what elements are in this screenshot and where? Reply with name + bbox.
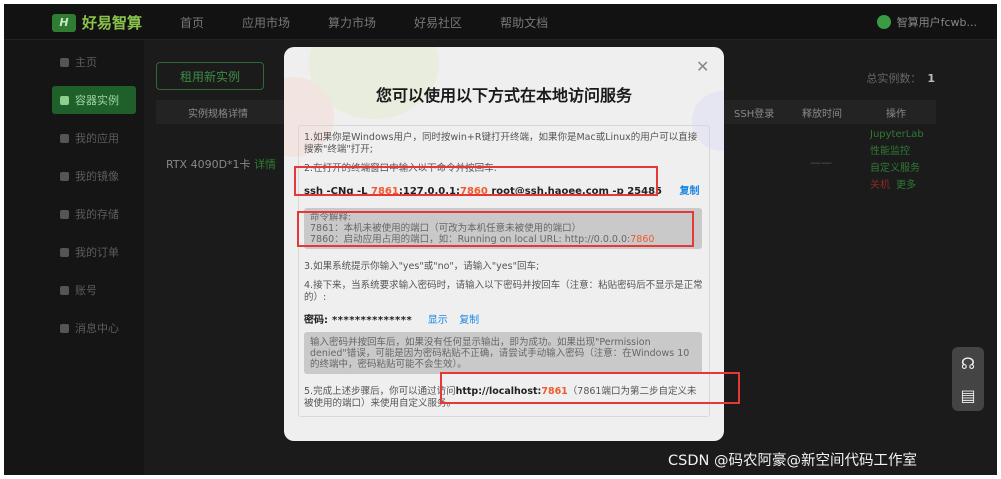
topnav-app-market[interactable]: 应用市场 bbox=[236, 14, 296, 31]
floating-toolbar: ☊ ▤ bbox=[952, 347, 984, 411]
user-menu[interactable]: 智算用户fcwb... bbox=[876, 14, 977, 30]
sidebar-item-account[interactable]: 账号 bbox=[52, 276, 136, 304]
instance-count-value: 1 bbox=[927, 72, 935, 85]
release-time: —— bbox=[810, 156, 832, 169]
gpu-spec: RTX 4090D*1卡 bbox=[166, 158, 251, 171]
close-icon[interactable]: ✕ bbox=[696, 57, 709, 76]
sidebar-item-label: 账号 bbox=[75, 284, 97, 297]
instance-count-label: 总实例数： bbox=[866, 72, 922, 85]
image-icon bbox=[60, 171, 69, 181]
sidebar-item-orders[interactable]: 我的订单 bbox=[52, 238, 136, 266]
step-5-prefix: 5.完成上述步骤后，你可以通过访问 bbox=[304, 386, 456, 397]
brand-mark-icon: H bbox=[52, 13, 76, 32]
watermark: CSDN @码农阿豪@新空间代码工作室 bbox=[668, 453, 917, 469]
modal-title: 您可以使用以下方式在本地访问服务 bbox=[375, 86, 632, 105]
rent-new-instance-button[interactable]: 租用新实例 bbox=[156, 62, 264, 90]
sidebar-item-label: 主页 bbox=[75, 56, 97, 69]
user-icon bbox=[60, 285, 69, 295]
top-nav: 首页 应用市场 算力市场 好易社区 帮助文档 bbox=[174, 4, 554, 40]
show-password-button[interactable]: 显示 bbox=[428, 315, 448, 326]
sidebar-item-home[interactable]: 主页 bbox=[52, 48, 136, 76]
step-4: 4.接下来，当系统要求输入密码时，请输入以下密码并按回车（注意：粘贴密码后不显示… bbox=[304, 280, 703, 303]
annotation-box-command bbox=[294, 166, 658, 196]
step-1: 1.如果你是Windows用户，同时按win+R键打开终端，如果你是Mac或Li… bbox=[304, 132, 698, 155]
password-row: 密码: ************** 显示 复制 bbox=[304, 311, 479, 326]
storage-icon bbox=[60, 209, 69, 219]
th-ops: 操作 bbox=[886, 108, 906, 120]
user-label: 智算用户fcwb... bbox=[896, 16, 977, 29]
password-value: ************** bbox=[332, 315, 413, 326]
sidebar-item-containers[interactable]: 容器实例 bbox=[52, 86, 136, 114]
app-screen: H 好易智算 首页 应用市场 算力市场 好易社区 帮助文档 智算用户fcwb..… bbox=[4, 4, 997, 475]
op-shutdown[interactable]: 关机 bbox=[870, 176, 890, 191]
annotation-box-url bbox=[440, 372, 740, 404]
op-jupyterlab[interactable]: JupyterLab bbox=[870, 129, 924, 140]
instance-count: 总实例数： 1 bbox=[866, 70, 935, 86]
sidebar-item-label: 我的镜像 bbox=[75, 170, 119, 183]
sidebar-item-label: 我的存储 bbox=[75, 208, 119, 221]
sidebar-item-apps[interactable]: 我的应用 bbox=[52, 124, 136, 152]
password-note: 输入密码并按回车后，如果没有任何显示输出，即为成功。如果出现"Permissio… bbox=[304, 332, 702, 374]
op-custom-service[interactable]: 自定义服务 bbox=[870, 159, 924, 174]
row-ops: JupyterLab 性能监控 自定义服务 关机 更多 bbox=[870, 129, 924, 191]
headset-icon[interactable]: ☊ bbox=[961, 354, 975, 373]
sidebar-item-label: 容器实例 bbox=[75, 94, 119, 107]
home-icon bbox=[60, 57, 69, 67]
op-row: 关机 更多 bbox=[870, 176, 924, 191]
avatar bbox=[876, 15, 891, 29]
step-3: 3.如果系统提示你输入"yes"或"no"，请输入"yes"回车; bbox=[304, 261, 540, 272]
message-icon bbox=[60, 323, 69, 333]
container-icon bbox=[60, 95, 69, 105]
sidebar-item-storage[interactable]: 我的存储 bbox=[52, 200, 136, 228]
gpu-details-link[interactable]: 详情 bbox=[254, 158, 276, 171]
sidebar-item-label: 我的应用 bbox=[75, 132, 119, 145]
clipboard-icon[interactable]: ▤ bbox=[960, 386, 975, 405]
th-spec: 实例规格详情 bbox=[188, 108, 248, 120]
brand-name: 好易智算 bbox=[82, 14, 143, 32]
topnav-docs[interactable]: 帮助文档 bbox=[494, 14, 554, 31]
annotation-box-explanation bbox=[297, 211, 694, 247]
copy-password-button[interactable]: 复制 bbox=[459, 315, 479, 326]
sidebar-item-label: 消息中心 bbox=[75, 322, 119, 335]
th-ssh: SSH登录 bbox=[734, 108, 775, 120]
topnav-home[interactable]: 首页 bbox=[174, 14, 210, 31]
order-icon bbox=[60, 247, 69, 257]
topnav-compute-market[interactable]: 算力市场 bbox=[322, 14, 382, 31]
brand-logo[interactable]: H 好易智算 bbox=[52, 12, 142, 33]
top-navbar: H 好易智算 首页 应用市场 算力市场 好易社区 帮助文档 智算用户fcwb..… bbox=[4, 4, 997, 40]
sidebar-item-images[interactable]: 我的镜像 bbox=[52, 162, 136, 190]
sidebar: 主页 容器实例 我的应用 我的镜像 我的存储 我的订单 账号 消息中心 bbox=[4, 40, 144, 475]
th-release: 释放时间 bbox=[802, 108, 842, 120]
app-icon bbox=[60, 133, 69, 143]
sidebar-item-label: 我的订单 bbox=[75, 246, 119, 259]
topnav-community[interactable]: 好易社区 bbox=[408, 14, 468, 31]
sidebar-item-messages[interactable]: 消息中心 bbox=[52, 314, 136, 342]
op-monitor[interactable]: 性能监控 bbox=[870, 142, 924, 157]
password-label: 密码: bbox=[304, 315, 328, 326]
copy-command-button[interactable]: 复制 bbox=[679, 186, 699, 197]
table-row-gpu: RTX 4090D*1卡 详情 bbox=[166, 156, 276, 172]
op-more[interactable]: 更多 bbox=[896, 176, 916, 191]
